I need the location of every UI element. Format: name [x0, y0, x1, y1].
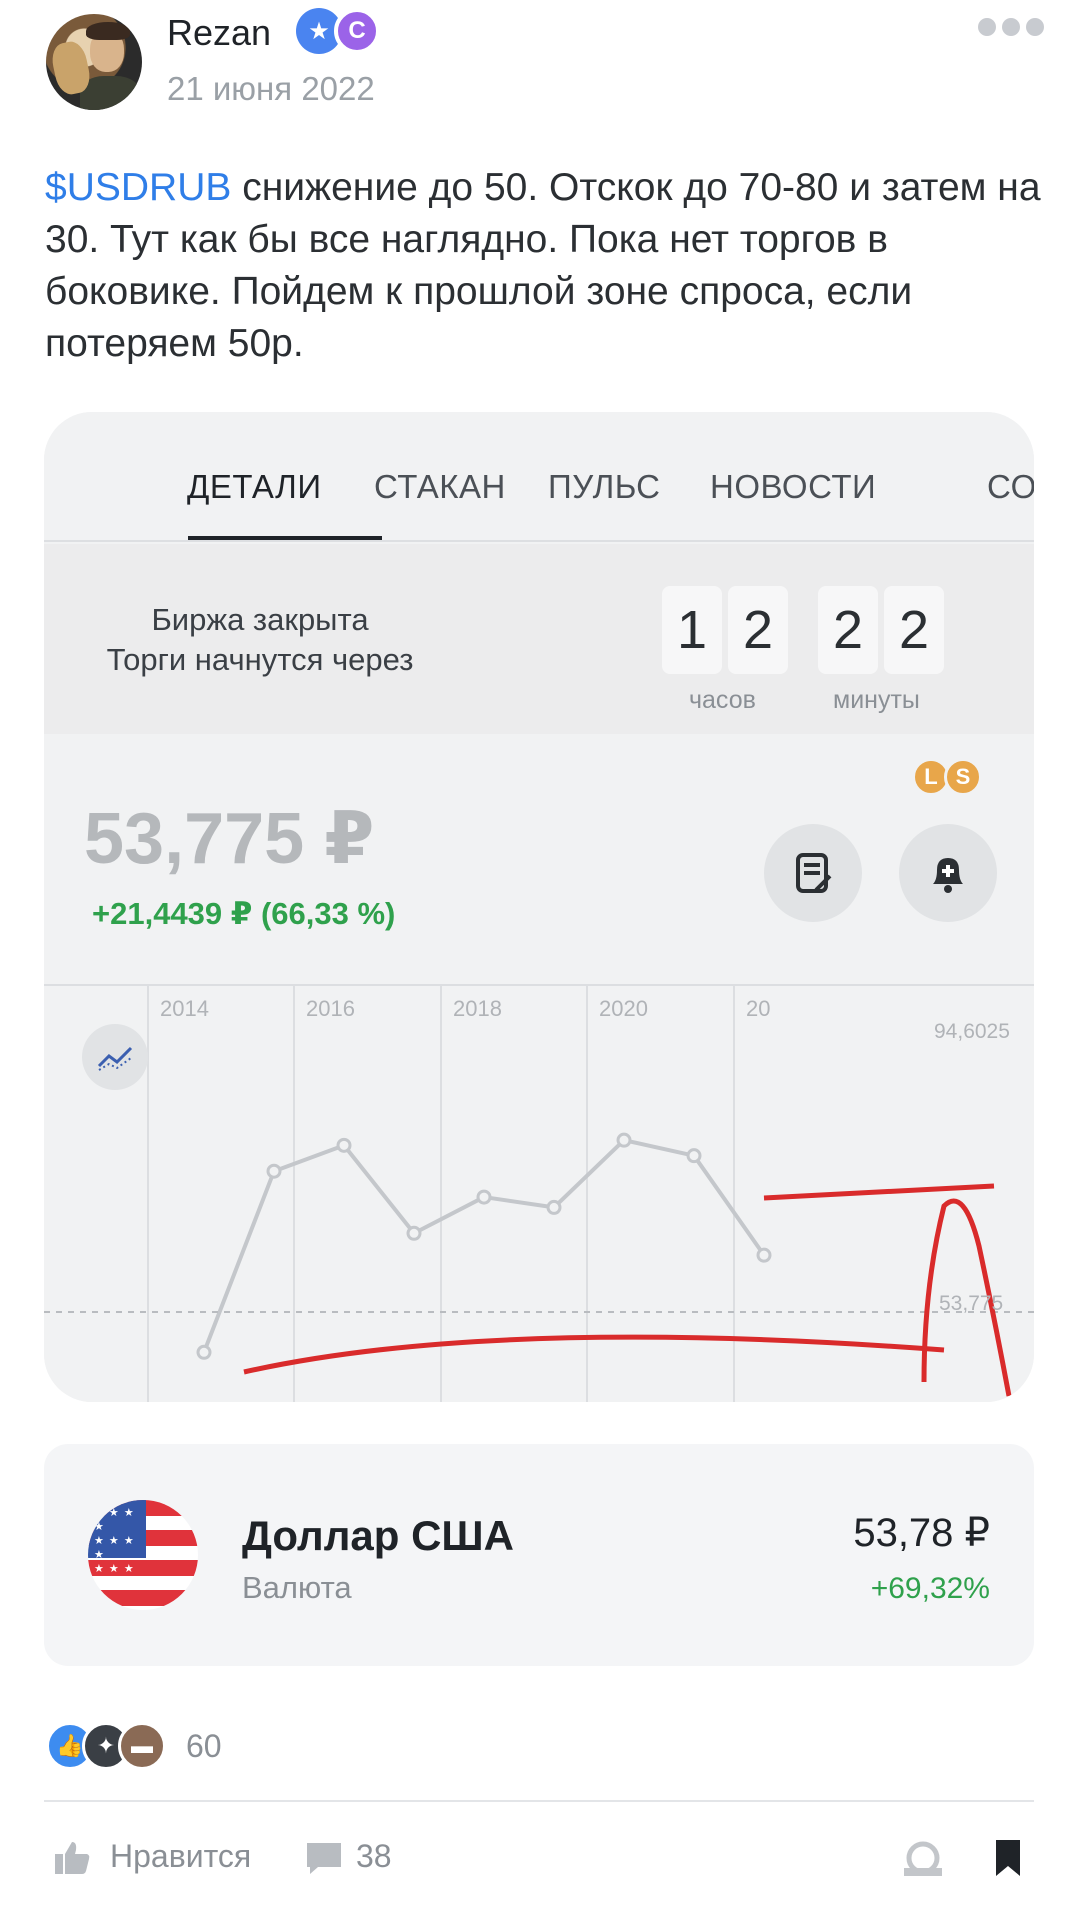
minutes-digit: 2 — [884, 586, 944, 674]
high-price-label: 94,6025 — [934, 1020, 1010, 1043]
post-date: 21 июня 2022 — [167, 70, 375, 107]
reactions-count: 60 — [186, 1728, 222, 1764]
badge-s: S — [944, 758, 982, 796]
price-point — [196, 1344, 212, 1360]
chart-svg: 2014 2016 2018 2020 20 94,6025 53,775 — [44, 986, 1034, 1402]
current-price-label: 53,775 — [939, 1292, 1003, 1315]
tab-details[interactable]: ДЕТАЛИ — [187, 468, 322, 506]
indicators-icon[interactable] — [82, 1024, 148, 1090]
minutes-unit: минуты — [833, 686, 920, 714]
instrument-change: +21,4439 ₽ (66,33 %) — [92, 896, 396, 931]
quote-block: 53,775 ₽ +21,4439 ₽ (66,33 %) L S — [44, 734, 1034, 984]
comment-icon[interactable] — [304, 1838, 344, 1883]
notes-icon[interactable] — [764, 824, 862, 922]
more-dots-icon[interactable] — [978, 18, 1044, 36]
price-point — [756, 1247, 772, 1263]
tab-pulse[interactable]: ПУЛЬС — [548, 468, 661, 506]
price-point — [616, 1132, 632, 1148]
minutes-digit: 2 — [818, 586, 878, 674]
instrument-price: 53,775 ₽ — [84, 799, 375, 879]
asset-change: +69,32% — [870, 1572, 990, 1605]
tab-orderbook[interactable]: СТАКАН — [374, 468, 506, 506]
comments-count[interactable]: 38 — [356, 1838, 392, 1875]
x-tick-label: 20 — [746, 996, 770, 1021]
price-point — [476, 1189, 492, 1205]
x-tick-label: 2018 — [453, 996, 502, 1021]
repost-icon[interactable] — [902, 1838, 944, 1883]
us-flag-icon: ★ ★ ★ ★ ★ ★ ★ ★ ★ ★ ★ ★ — [88, 1500, 198, 1610]
attached-screenshot[interactable]: ДЕТАЛИ СТАКАН ПУЛЬС НОВОСТИ СО Биржа зак… — [44, 412, 1034, 1402]
countdown-label: Торги начнутся через — [106, 642, 414, 677]
price-point — [686, 1148, 702, 1164]
sofa-reaction-icon: ▬ — [118, 1722, 166, 1770]
price-point — [406, 1225, 422, 1241]
thumb-up-icon[interactable] — [52, 1838, 92, 1883]
asset-type: Валюта — [242, 1570, 352, 1605]
post-header: Rezan ★ C 21 июня 2022 — [0, 0, 1080, 120]
tab-news[interactable]: НОВОСТИ — [710, 468, 876, 506]
author-avatar[interactable] — [46, 14, 142, 110]
price-chart[interactable]: 2014 2016 2018 2020 20 94,6025 53,775 — [44, 984, 1034, 1402]
x-tick-label: 2014 — [160, 996, 209, 1021]
c-badge-icon: C — [334, 8, 380, 54]
market-status: Биржа закрыта Торги начнутся через 1 2 2… — [44, 544, 1034, 734]
asset-price: 53,78 ₽ — [853, 1511, 990, 1555]
annotation-resistance-line — [763, 1183, 995, 1201]
x-tick-label: 2020 — [599, 996, 648, 1021]
hours-unit: часов — [689, 686, 756, 714]
x-tick-label: 2016 — [306, 996, 355, 1021]
annotation-support-line — [243, 1334, 945, 1375]
reactions-summary[interactable]: 👍 ✦ ▬ 60 — [46, 1722, 346, 1770]
hours-digit: 1 — [662, 586, 722, 674]
divider — [44, 1800, 1034, 1802]
author-name[interactable]: Rezan — [167, 12, 271, 54]
post-actions: Нравится 38 — [0, 1818, 1080, 1898]
bell-plus-icon[interactable] — [899, 824, 997, 922]
hours-digit: 2 — [728, 586, 788, 674]
ticker-link[interactable]: $USDRUB — [45, 166, 231, 209]
instrument-tabs: ДЕТАЛИ СТАКАН ПУЛЬС НОВОСТИ СО — [44, 412, 1034, 542]
price-point — [546, 1199, 562, 1215]
price-point — [266, 1163, 282, 1179]
active-tab-indicator — [188, 536, 382, 540]
post-text: $USDRUB снижение до 50. Отскок до 70-80 … — [45, 162, 1045, 370]
bookmark-icon[interactable] — [992, 1838, 1024, 1883]
instrument-card[interactable]: ★ ★ ★ ★ ★ ★ ★ ★ ★ ★ ★ ★ Доллар США Валюта … — [44, 1444, 1034, 1666]
asset-name: Доллар США — [242, 1512, 514, 1559]
market-closed-text: Биржа закрыта — [151, 602, 369, 637]
like-label[interactable]: Нравится — [110, 1838, 251, 1875]
tab-more[interactable]: СО — [987, 468, 1034, 506]
price-line — [202, 1138, 766, 1353]
price-point — [336, 1137, 352, 1153]
